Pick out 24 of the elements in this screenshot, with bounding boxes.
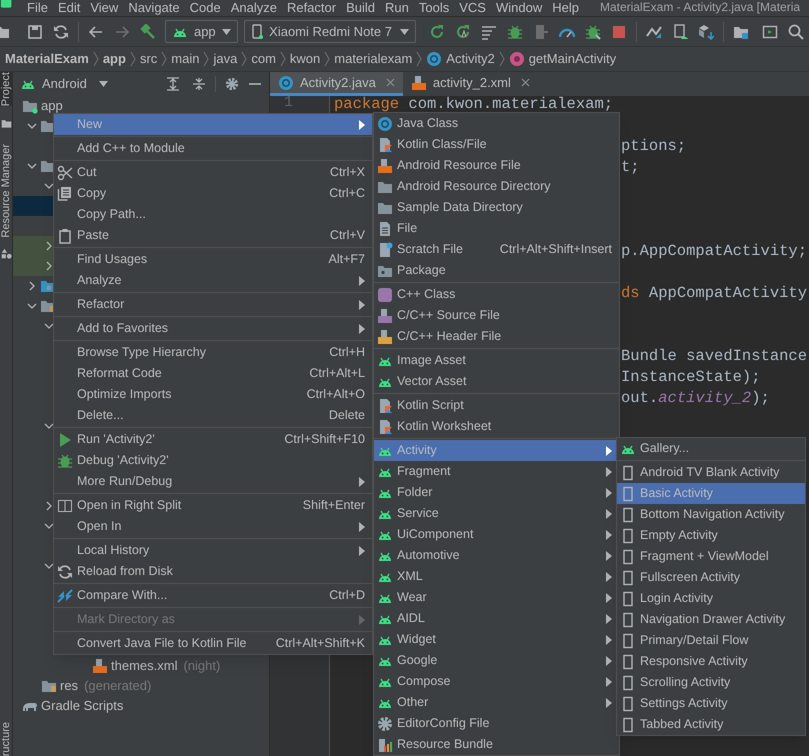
shortcut-text: Ctrl+Alt+L	[309, 365, 365, 382]
tree-row-note: (night)	[183, 657, 220, 676]
shortcut-text: Alt+F7	[328, 251, 365, 268]
code-line: package com.kwon.materialexam;	[334, 96, 614, 112]
shortcut-text: Ctrl+H	[329, 344, 365, 362]
code-line: p.AppCompatActivity;	[621, 243, 808, 259]
code-line: InstanceState);	[621, 369, 761, 385]
code-line: ptions;	[621, 138, 686, 154]
code-line: ds AppCompatActivity	[621, 285, 808, 301]
shortcut-text: Ctrl+D	[329, 587, 365, 604]
shortcut-text: Ctrl+Alt+Shift+K	[276, 635, 365, 652]
shortcut-text: Delete	[328, 407, 365, 424]
shortcut-text: Shift+Enter	[302, 497, 365, 514]
code-line: t;	[621, 159, 640, 175]
code-line: Bundle savedInstance	[621, 348, 808, 364]
shortcut-text: Ctrl+Shift+F10	[284, 431, 365, 448]
shortcut-text: Ctrl+X	[330, 164, 365, 182]
shortcut-text: Ctrl+Alt+O	[306, 386, 365, 404]
code-line: out.activity_2);	[621, 390, 770, 406]
shortcut-text: Ctrl+V	[330, 227, 365, 244]
window-title: MaterialExam - Activity2.java [Materia	[600, 0, 800, 15]
shortcut-text: Ctrl+Alt+Shift+Insert	[500, 241, 612, 258]
tree-row-note: (generated)	[84, 677, 152, 696]
shortcut-text: Ctrl+C	[329, 185, 365, 202]
